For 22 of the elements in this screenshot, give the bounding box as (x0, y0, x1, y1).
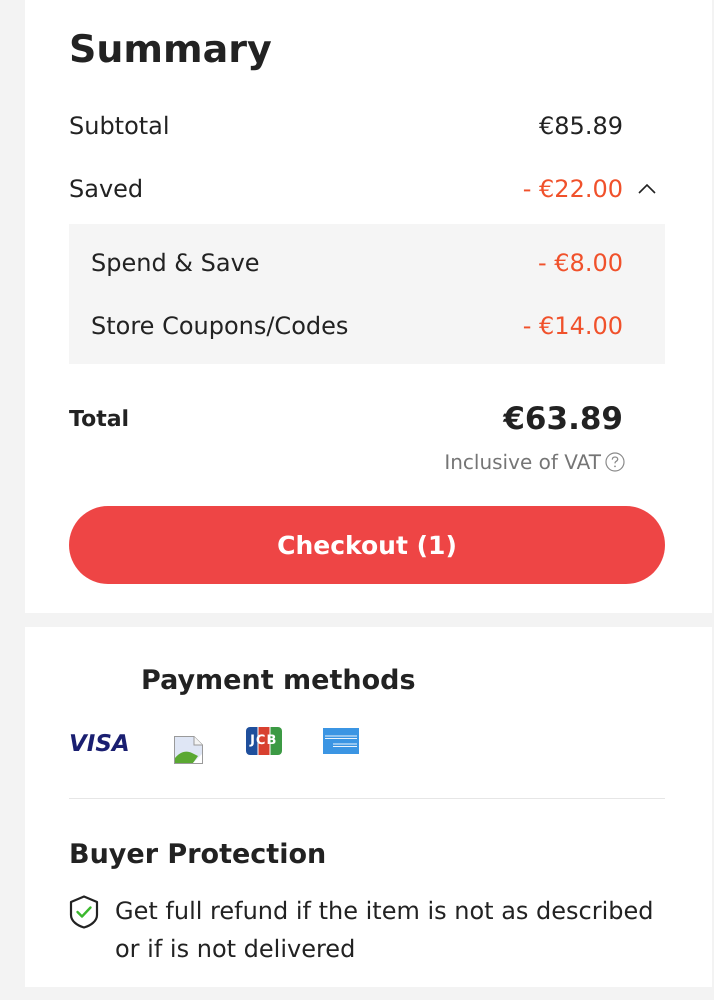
payment-methods-title: Payment methods (141, 664, 416, 698)
saved-value: - €22.00 (522, 174, 623, 202)
buyer-protection-title: Buyer Protection (69, 838, 326, 872)
shield-check-icon (69, 895, 99, 929)
checkout-button[interactable]: Checkout (1) (69, 506, 665, 584)
buyer-protection-text: Get full refund if the item is not as described or if is not delivered (115, 896, 655, 965)
discount-value: - €14.00 (522, 312, 623, 340)
discount-label: Store Coupons/Codes (91, 312, 348, 340)
discount-value: - €8.00 (538, 248, 623, 276)
broken-image-icon (174, 736, 203, 764)
total-value: €63.89 (503, 401, 623, 437)
vat-note: Inclusive of VAT (444, 449, 601, 476)
visa-logo: VISA (69, 733, 130, 755)
summary-title: Summary (69, 26, 272, 72)
subtotal-label: Subtotal (69, 112, 170, 140)
saved-label: Saved (69, 174, 144, 202)
help-icon[interactable] (605, 452, 625, 472)
chevron-up-icon[interactable] (638, 184, 656, 194)
card-logo-icon (322, 728, 359, 754)
discount-label: Spend & Save (91, 248, 260, 276)
total-label: Total (69, 406, 130, 432)
subtotal-value: €85.89 (539, 112, 623, 140)
